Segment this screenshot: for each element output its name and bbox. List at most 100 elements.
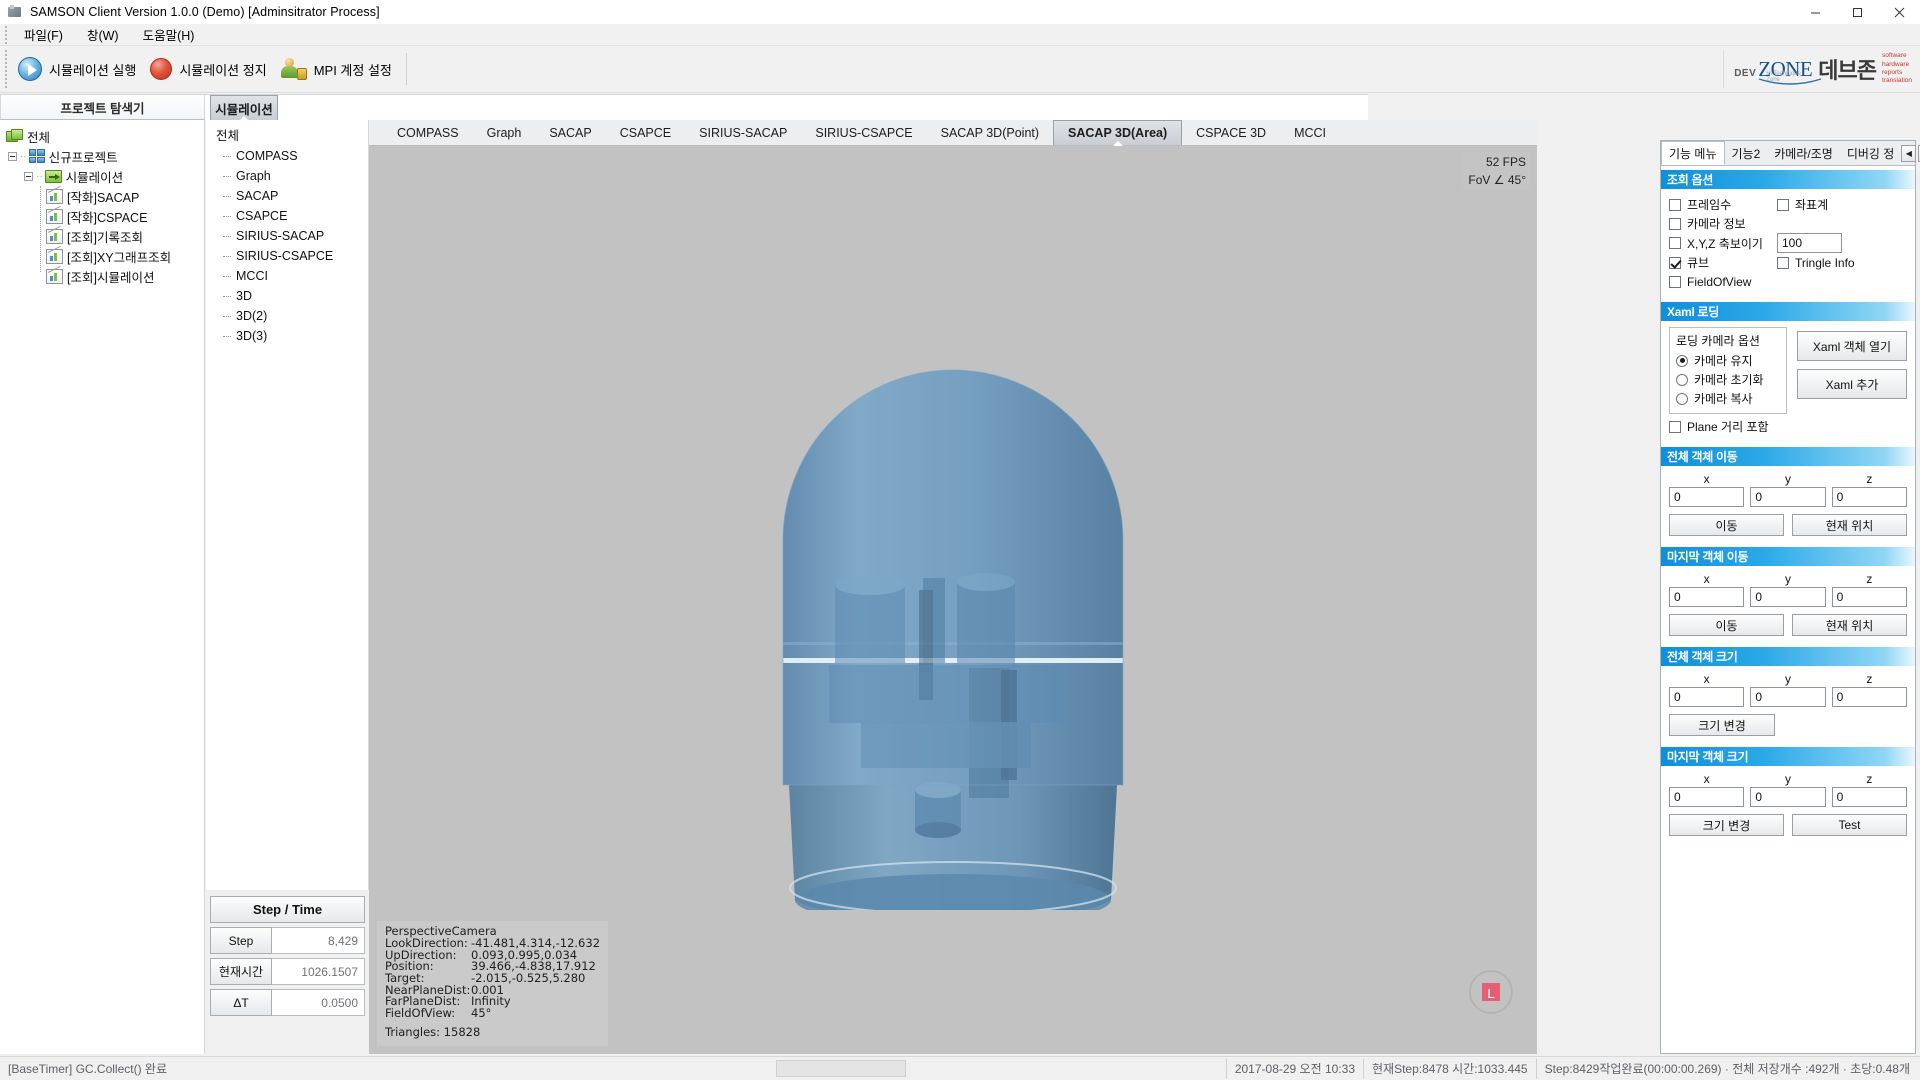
tab-sacap[interactable]: SACAP (535, 121, 605, 145)
scale-last-x-input[interactable]: 0 (1669, 787, 1744, 807)
checkbox-frame-count[interactable]: 프레임수 (1669, 195, 1777, 214)
add-xaml-button[interactable]: Xaml 추가 (1797, 369, 1907, 399)
menu-item-window[interactable]: 창(W) (75, 23, 131, 46)
test-button[interactable]: Test (1792, 814, 1907, 836)
move-all-z-input[interactable]: 0 (1832, 487, 1907, 507)
axis-scale-input[interactable]: 100 (1777, 233, 1842, 253)
sim-list-item[interactable]: 3D(2) (206, 306, 368, 326)
scale-all-z-input[interactable]: 0 (1832, 687, 1907, 707)
stop-simulation-button[interactable]: 시뮬레이션 정지 (144, 49, 274, 89)
move-last-button[interactable]: 이동 (1669, 614, 1784, 636)
menu-grip-handle[interactable] (3, 24, 12, 46)
radio-icon[interactable] (1676, 355, 1688, 367)
tab-mcci[interactable]: MCCI (1280, 121, 1340, 145)
checkbox-field-of-view[interactable]: FieldOfView (1669, 272, 1907, 291)
checkbox-coordinate-system[interactable]: 좌표계 (1777, 195, 1828, 214)
move-all-y-input[interactable]: 0 (1750, 487, 1825, 507)
close-button[interactable] (1878, 0, 1920, 24)
checkbox-show-xyz-axis[interactable]: X,Y,Z 축보이기 (1669, 234, 1777, 253)
sim-list-item[interactable]: CSAPCE (206, 206, 368, 226)
radio-copy-camera[interactable]: 카메라 복사 (1676, 389, 1780, 408)
checkbox-icon[interactable] (1669, 421, 1681, 433)
open-xaml-object-button[interactable]: Xaml 객체 열기 (1797, 331, 1907, 361)
checkbox-label: Tringle Info (1795, 256, 1855, 270)
tab-function-menu[interactable]: 기능 메뉴 (1661, 141, 1725, 165)
mpi-account-button[interactable]: MPI 계정 설정 (275, 49, 400, 89)
tree-node-project[interactable]: ·· 신규프로젝트 (0, 146, 204, 166)
radio-icon[interactable] (1676, 374, 1688, 386)
scale-last-z-input[interactable]: 0 (1832, 787, 1907, 807)
tab-sirius-sacap[interactable]: SIRIUS-SACAP (685, 121, 801, 145)
expander-icon[interactable] (24, 172, 33, 181)
current-position-all-button[interactable]: 현재 위치 (1792, 514, 1907, 536)
menu-item-file[interactable]: 파일(F) (12, 23, 75, 46)
checkbox-icon[interactable] (1669, 237, 1681, 249)
move-last-x-input[interactable]: 0 (1669, 587, 1744, 607)
scale-all-x-input[interactable]: 0 (1669, 687, 1744, 707)
radio-keep-camera[interactable]: 카메라 유지 (1676, 351, 1780, 370)
title-bar: SAMSON Client Version 1.0.0 (Demo) [Admi… (0, 0, 1920, 24)
tab-cspace-3d[interactable]: CSPACE 3D (1182, 121, 1280, 145)
scale-last-button[interactable]: 크기 변경 (1669, 814, 1784, 836)
checkbox-icon[interactable] (1777, 257, 1789, 269)
axis-inputs: 0 0 0 (1669, 587, 1907, 607)
move-last-z-input[interactable]: 0 (1832, 587, 1907, 607)
tree-node-simulation[interactable]: ·· 시뮬레이션 (0, 166, 204, 186)
3d-viewport[interactable]: 52 FPS FoV ∠ 45° PerspectiveCamera LookD… (369, 146, 1537, 1054)
radio-reset-camera[interactable]: 카메라 초기화 (1676, 370, 1780, 389)
tab-function2[interactable]: 기능2 (1725, 141, 1768, 165)
tree-item-xy-graph-query[interactable]: [조회]XY그래프조회 (0, 246, 204, 266)
checkbox-icon[interactable] (1777, 199, 1789, 211)
sim-list-item[interactable]: SACAP (206, 186, 368, 206)
checkbox-icon[interactable] (1669, 257, 1681, 269)
tab-camera-light[interactable]: 카메라/조명 (1767, 141, 1840, 165)
fps-overlay: 52 FPS FoV ∠ 45° (1463, 152, 1531, 190)
tree-item-simulation-query[interactable]: [조회]시뮬레이션 (0, 266, 204, 286)
sim-list-item[interactable]: MCCI (206, 266, 368, 286)
tab-simulation[interactable]: 시뮬레이션 (210, 95, 278, 120)
move-all-x-input[interactable]: 0 (1669, 487, 1744, 507)
checkbox-icon[interactable] (1669, 199, 1681, 211)
maximize-button[interactable] (1836, 0, 1878, 24)
axis-gizmo-icon[interactable]: L (1467, 968, 1515, 1016)
tab-graph[interactable]: Graph (473, 121, 536, 145)
checkbox-cube[interactable]: 큐브 (1669, 253, 1777, 272)
sim-list-item[interactable]: 3D (206, 286, 368, 306)
run-simulation-button[interactable]: 시뮬레이션 실행 (12, 49, 144, 89)
chevron-left-icon[interactable]: ◀ (1901, 145, 1916, 162)
sim-list-root[interactable]: 전체 (206, 126, 368, 146)
sim-list-item[interactable]: SIRIUS-SACAP (206, 226, 368, 246)
tab-sirius-csapce[interactable]: SIRIUS-CSAPCE (801, 121, 926, 145)
tab-csapce[interactable]: CSAPCE (606, 121, 685, 145)
tree-item-sacap[interactable]: [작화]SACAP (0, 186, 204, 206)
group-title: Xaml 로딩 (1661, 302, 1915, 321)
tab-sacap-3d-area[interactable]: SACAP 3D(Area) (1053, 120, 1182, 145)
checkbox-include-plane-distance[interactable]: Plane 거리 포함 (1669, 417, 1787, 436)
move-all-button[interactable]: 이동 (1669, 514, 1784, 536)
move-last-y-input[interactable]: 0 (1750, 587, 1825, 607)
tree-item-cspace[interactable]: [작화]CSPACE (0, 206, 204, 226)
sim-list-item[interactable]: SIRIUS-CSAPCE (206, 246, 368, 266)
current-position-last-button[interactable]: 현재 위치 (1792, 614, 1907, 636)
tree-item-record-query[interactable]: [조회]기록조회 (0, 226, 204, 246)
tab-sacap-3d-point[interactable]: SACAP 3D(Point) (927, 121, 1053, 145)
group-body: x y z 0 0 0 이동 현재 위치 (1661, 566, 1915, 643)
scale-all-button[interactable]: 크기 변경 (1669, 714, 1775, 736)
tree-node-all[interactable]: 전체 (0, 126, 204, 146)
sim-list-item[interactable]: Graph (206, 166, 368, 186)
checkbox-icon[interactable] (1669, 218, 1681, 230)
minimize-button[interactable] (1794, 0, 1836, 24)
sim-list-item[interactable]: COMPASS (206, 146, 368, 166)
menu-item-help[interactable]: 도움말(H) (131, 23, 207, 46)
sim-list-item[interactable]: 3D(3) (206, 326, 368, 346)
checkbox-triangle-info[interactable]: Tringle Info (1777, 253, 1855, 272)
scale-all-y-input[interactable]: 0 (1750, 687, 1825, 707)
checkbox-camera-info[interactable]: 카메라 정보 (1669, 214, 1907, 233)
expander-icon[interactable] (8, 152, 17, 161)
toolbar-grip-handle[interactable] (3, 49, 12, 89)
checkbox-icon[interactable] (1669, 276, 1681, 288)
scale-last-y-input[interactable]: 0 (1750, 787, 1825, 807)
tab-debugging[interactable]: 디버깅 정 (1840, 141, 1902, 165)
tab-compass[interactable]: COMPASS (383, 121, 473, 145)
radio-icon[interactable] (1676, 393, 1688, 405)
